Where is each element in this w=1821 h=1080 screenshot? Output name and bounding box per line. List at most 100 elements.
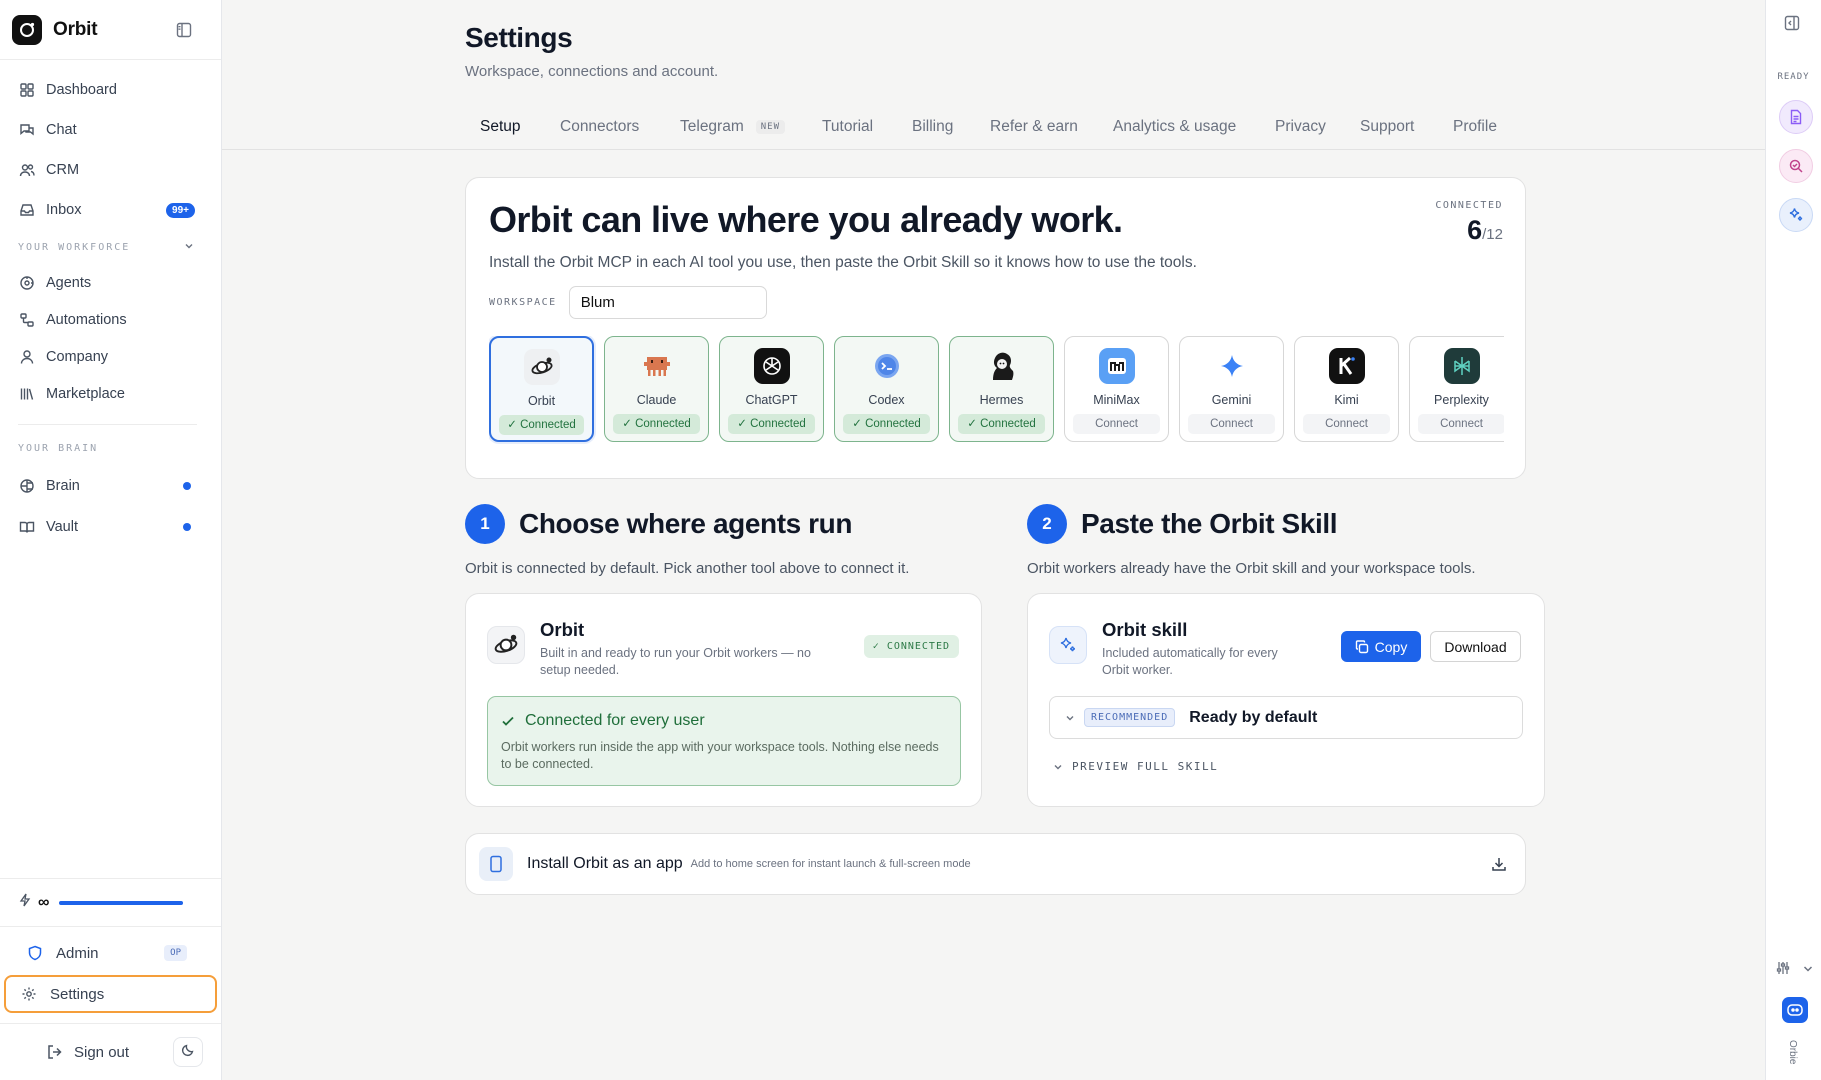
sliders-icon[interactable] <box>1776 961 1790 980</box>
tab-tutorial[interactable]: Tutorial <box>822 118 873 136</box>
install-app-card[interactable]: Install Orbit as an app Add to home scre… <box>465 833 1526 895</box>
tool-card-kimi[interactable]: Kimi Connect <box>1294 336 1399 442</box>
sidebar-item-vault[interactable]: Vault <box>0 506 221 547</box>
settings-label: Settings <box>50 985 105 1003</box>
document-icon[interactable] <box>1779 100 1813 134</box>
sparkle-icon[interactable] <box>1779 198 1813 232</box>
orbit-runtime-card: Orbit Built in and ready to run your Orb… <box>465 593 982 807</box>
tool-status-label: Connected <box>520 419 576 431</box>
tool-card-chatgpt[interactable]: ChatGPT ✓ Connected <box>719 336 824 442</box>
workspace-input[interactable] <box>568 286 767 319</box>
tab-support[interactable]: Support <box>1360 118 1414 136</box>
tool-list: Orbit ✓ Connected Claude ✓ Connected Cha… <box>489 336 1504 444</box>
tool-card-hermes[interactable]: Hermes ✓ Connected <box>949 336 1054 442</box>
recommended-skill-row[interactable]: RECOMMENDED Ready by default <box>1049 696 1523 739</box>
orbit-logo-icon[interactable] <box>12 14 42 45</box>
connected-label: CONNECTED <box>1435 200 1503 211</box>
connected-status-badge: ✓ CONNECTED <box>863 635 959 658</box>
step-2-description: Orbit workers already have the Orbit ski… <box>1027 560 1476 577</box>
tool-card-codex[interactable]: Codex ✓ Connected <box>834 336 939 442</box>
tool-status[interactable]: Connect <box>1073 414 1160 434</box>
connected-count: 6 <box>1467 215 1483 245</box>
sidebar-item-marketplace[interactable]: Marketplace <box>0 375 221 412</box>
tab-profile[interactable]: Profile <box>1453 118 1497 136</box>
tool-name: MiniMax <box>1093 393 1140 407</box>
tab-connectors[interactable]: Connectors <box>560 118 639 136</box>
sidebar-item-automations[interactable]: Automations <box>0 301 221 338</box>
sidebar-item-dashboard[interactable]: Dashboard <box>0 70 221 110</box>
signout-button[interactable]: Sign out <box>74 1044 129 1061</box>
tool-card-claude[interactable]: Claude ✓ Connected <box>604 336 709 442</box>
sidebar-item-company[interactable]: Company <box>0 338 221 375</box>
recommended-badge: RECOMMENDED <box>1084 708 1176 727</box>
tab-refer-earn[interactable]: Refer & earn <box>990 118 1078 136</box>
copy-label: Copy <box>1374 638 1408 655</box>
tab-telegram[interactable]: Telegram NEW <box>680 118 786 136</box>
sidebar-item-chat[interactable]: Chat <box>0 110 221 150</box>
step-1-header: 1 Choose where agents run <box>465 504 852 544</box>
collapse-sidebar-icon[interactable] <box>173 19 195 41</box>
tool-card-gemini[interactable]: Gemini Connect <box>1179 336 1284 442</box>
section-workforce[interactable]: YOUR WORKFORCE <box>0 230 221 264</box>
tool-name: Orbit <box>527 394 556 408</box>
credits-meter[interactable]: ∞ <box>0 879 221 927</box>
skill-title: Orbit skill <box>1102 619 1188 640</box>
tool-name: Codex <box>868 393 905 407</box>
recommended-title: Ready by default <box>1189 708 1318 726</box>
tool-card-minimax[interactable]: MiniMax Connect <box>1064 336 1169 442</box>
sidebar-item-brain[interactable]: Brain <box>0 465 221 506</box>
copy-skill-button[interactable]: Copy <box>1341 631 1421 662</box>
settings-link[interactable]: Settings <box>4 975 217 1013</box>
sidebar-item-inbox[interactable]: Inbox 99+ <box>0 190 221 230</box>
tool-status[interactable]: Connect <box>1303 414 1390 434</box>
signout-icon[interactable] <box>46 1043 64 1061</box>
connected-status-label: CONNECTED <box>886 641 950 652</box>
tab-setup[interactable]: Setup <box>480 118 521 136</box>
credits-bar <box>59 900 183 905</box>
sidebar-item-agents[interactable]: Agents <box>0 264 221 301</box>
install-subtitle: Add to home screen for instant launch & … <box>690 858 971 870</box>
chevron-down-icon[interactable] <box>183 240 195 255</box>
tool-status[interactable]: Connect <box>1418 414 1504 434</box>
chat-icon <box>18 121 36 139</box>
inbox-icon <box>18 201 36 219</box>
connected-counter: CONNECTED 6/12 <box>1435 200 1503 246</box>
tab-billing[interactable]: Billing <box>912 118 953 136</box>
notice-description: Orbit workers run inside the app with yo… <box>501 740 939 771</box>
search-icon[interactable] <box>1779 149 1813 183</box>
chevron-down-icon[interactable] <box>1802 962 1814 980</box>
tool-name: Gemini <box>1211 393 1252 407</box>
sidebar: Orbit Dashboard Chat CRM Inbox 99+ YOUR … <box>0 0 222 1080</box>
hero-subtitle: Install the Orbit MCP in each AI tool yo… <box>489 254 1197 271</box>
sidebar-item-label: Automations <box>46 311 127 328</box>
person-icon <box>18 348 36 366</box>
download-icon[interactable] <box>1491 856 1507 872</box>
theme-toggle-button[interactable] <box>173 1037 203 1067</box>
step-number: 2 <box>1027 504 1067 544</box>
main-content: Settings Workspace, connections and acco… <box>222 0 1765 1080</box>
tool-card-perplexity[interactable]: Perplexity Connect <box>1409 336 1504 442</box>
step-number: 1 <box>465 504 505 544</box>
brand-header: Orbit <box>0 0 221 60</box>
admin-op-badge: OP <box>164 945 187 961</box>
tool-status[interactable]: Connect <box>1188 414 1275 434</box>
tool-status-label: Connected <box>980 418 1036 430</box>
tool-card-orbit[interactable]: Orbit ✓ Connected <box>489 336 594 442</box>
download-skill-button[interactable]: Download <box>1430 631 1521 662</box>
gemini-icon <box>1214 348 1250 384</box>
step-title: Choose where agents run <box>519 508 853 539</box>
orbit-skill-card: Orbit skill Included automatically for e… <box>1027 593 1545 807</box>
tab-privacy[interactable]: Privacy <box>1275 118 1326 136</box>
admin-link[interactable]: Admin OP <box>8 934 213 972</box>
expand-panel-icon[interactable] <box>1784 15 1800 36</box>
sidebar-footer: ∞ Admin OP Settings Sign out <box>0 878 221 1080</box>
preview-full-skill-toggle[interactable]: PREVIEW FULL SKILL <box>1052 760 1218 773</box>
orbie-agent-icon[interactable] <box>1782 997 1808 1023</box>
minimax-icon <box>1098 348 1135 384</box>
page-title: Settings <box>465 22 573 53</box>
tool-name: Kimi <box>1334 393 1359 407</box>
settings-tabs: Setup Connectors Telegram NEW Tutorial Bi… <box>222 110 1765 150</box>
tab-analytics-usage[interactable]: Analytics & usage <box>1113 118 1236 136</box>
workspace-row: WORKSPACE <box>489 286 767 319</box>
sidebar-item-crm[interactable]: CRM <box>0 150 221 190</box>
